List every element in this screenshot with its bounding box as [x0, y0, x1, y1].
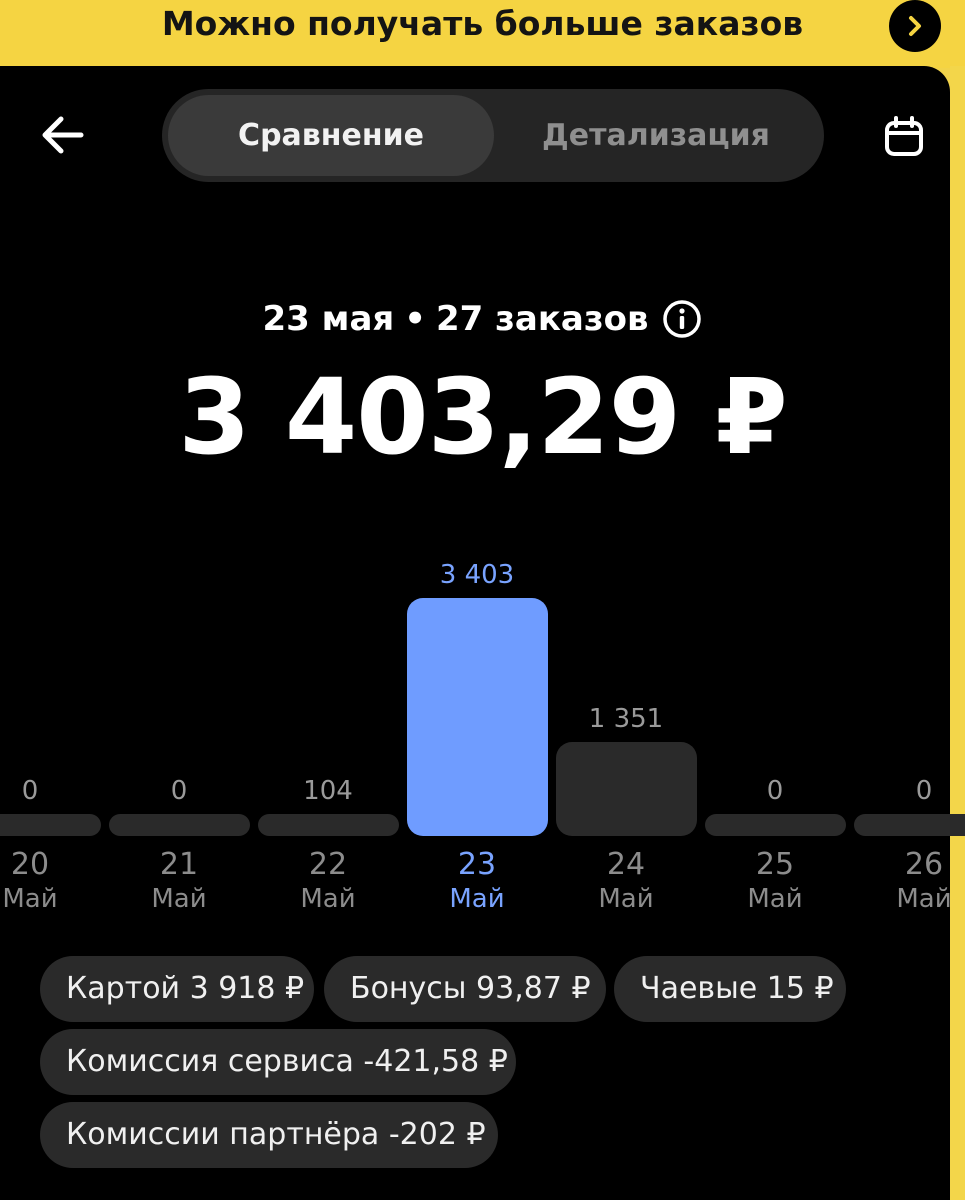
bar-value-label: 0	[170, 776, 188, 806]
day-number: 20	[10, 847, 50, 882]
chart-bar[interactable]	[257, 814, 399, 836]
chart-bar[interactable]	[406, 598, 548, 836]
promo-banner-text: Можно получать больше заказов	[161, 4, 804, 43]
breakdown-chip[interactable]: Чаевые 15 ₽	[614, 956, 846, 1022]
day-number: 22	[308, 847, 348, 882]
day-month: Май	[151, 884, 207, 914]
day-number: 25	[755, 847, 795, 882]
breakdown-chip[interactable]: Картой 3 918 ₽	[40, 956, 314, 1022]
day-number: 26	[904, 847, 944, 882]
day-month: Май	[598, 884, 654, 914]
day-month: Май	[300, 884, 356, 914]
chart-bar[interactable]	[0, 814, 101, 836]
selected-date: 23 мая	[262, 299, 395, 339]
day-month: Май	[896, 884, 952, 914]
back-arrow-icon[interactable]	[32, 100, 92, 170]
breakdown-chip[interactable]: Бонусы 93,87 ₽	[324, 956, 606, 1022]
day-number: 23	[457, 847, 497, 882]
info-icon[interactable]	[662, 299, 702, 339]
breakdown-chip[interactable]: Комиссия сервиса -421,58 ₽	[40, 1029, 516, 1095]
view-switcher: Сравнение Детализация	[162, 89, 824, 182]
total-earnings: 3 403,29 ₽	[178, 356, 787, 478]
orders-count: 27 заказов	[435, 299, 649, 339]
day-number: 21	[159, 847, 199, 882]
day-month: Май	[449, 884, 505, 914]
tab-comparison[interactable]: Сравнение	[168, 95, 494, 176]
bar-value-label: 0	[915, 776, 933, 806]
day-month: Май	[2, 884, 58, 914]
day-label[interactable]: 20 Май	[0, 848, 105, 916]
day-summary: 23 мая • 27 заказов	[0, 292, 965, 346]
day-label[interactable]: 21 Май	[104, 848, 254, 916]
dot-separator: •	[404, 299, 426, 339]
bar-value-label: 1 351	[588, 703, 664, 734]
day-label[interactable]: 24 Май	[551, 848, 701, 916]
day-label[interactable]: 26 Май	[849, 848, 965, 916]
day-number: 24	[606, 847, 646, 882]
chart-bar[interactable]	[704, 814, 846, 836]
chevron-right-icon[interactable]	[889, 0, 941, 52]
chart-bar[interactable]	[853, 814, 965, 836]
bar-value-label: 104	[303, 776, 353, 806]
bar-value-label: 0	[21, 776, 39, 806]
calendar-icon[interactable]	[872, 105, 936, 169]
bar-value-label: 0	[766, 776, 784, 806]
day-label[interactable]: 23 Май	[402, 848, 552, 916]
day-label[interactable]: 22 Май	[253, 848, 403, 916]
tab-details[interactable]: Детализация	[494, 95, 818, 176]
promo-banner[interactable]: Можно получать больше заказов	[0, 0, 965, 68]
breakdown-chip[interactable]: Комиссии партнёра -202 ₽	[40, 1102, 498, 1168]
daily-earnings-chart: 0 20 Май 0 21 Май 104 22 Май 3 403 23 Май 1 351 24 Май…	[0, 560, 965, 930]
day-month: Май	[747, 884, 803, 914]
bar-value-label: 3 403	[439, 560, 515, 590]
day-label[interactable]: 25 Май	[700, 848, 850, 916]
chart-bar[interactable]	[555, 741, 697, 836]
chart-bar[interactable]	[108, 814, 250, 836]
